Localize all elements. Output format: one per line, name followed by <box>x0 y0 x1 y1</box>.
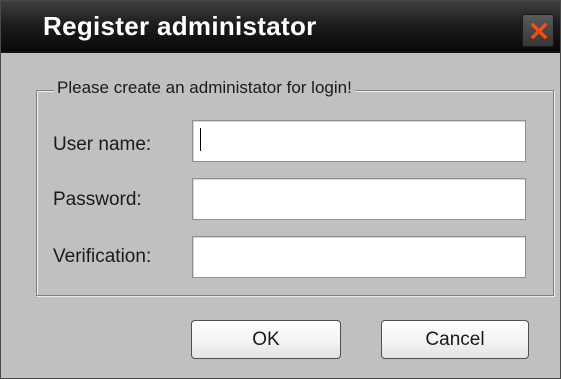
cancel-button[interactable]: Cancel <box>381 320 529 359</box>
title-bar[interactable]: Register administator <box>1 1 560 53</box>
group-box-legend: Please create an administator for login! <box>54 78 355 98</box>
password-input[interactable] <box>192 178 526 220</box>
close-button[interactable] <box>522 14 554 47</box>
user-name-input[interactable] <box>192 120 526 162</box>
dialog-title: Register administator <box>43 11 317 41</box>
text-caret <box>200 128 201 151</box>
register-administrator-dialog: Register administator Please create an a… <box>0 0 561 379</box>
password-label: Password: <box>53 189 142 210</box>
verification-input[interactable] <box>192 236 526 278</box>
ok-button[interactable]: OK <box>191 320 341 359</box>
verification-label: Verification: <box>53 246 152 267</box>
user-name-label: User name: <box>53 134 152 155</box>
